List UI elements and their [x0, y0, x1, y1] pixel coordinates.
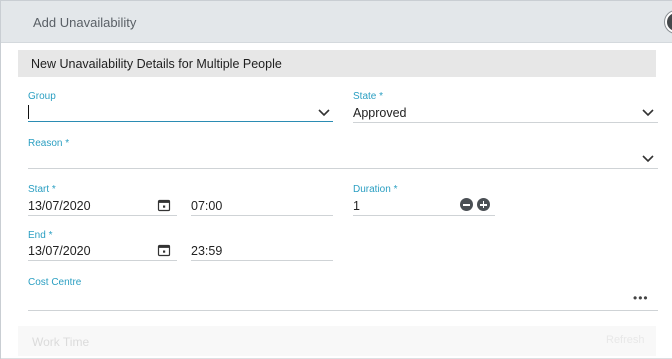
more-options-icon[interactable]: ••• [633, 291, 649, 305]
start-date-input[interactable]: 13/07/2020 [28, 199, 91, 213]
dialog-header: Add Unavailability [1, 1, 672, 43]
plus-icon[interactable] [477, 198, 490, 211]
cost-centre-input[interactable] [28, 310, 658, 311]
add-unavailability-dialog: Add Unavailability New Unavailability De… [0, 0, 672, 359]
close-button[interactable] [665, 11, 672, 33]
end-time-underline [191, 260, 333, 261]
dialog-title: Add Unavailability [33, 15, 137, 30]
calendar-icon[interactable] [157, 243, 171, 257]
section-title: New Unavailability Details for Multiple … [31, 57, 282, 71]
reason-label: Reason * [28, 138, 70, 149]
reason-select[interactable] [28, 168, 658, 169]
state-label: State * [353, 91, 384, 102]
calendar-icon[interactable] [157, 198, 171, 212]
duration-input[interactable]: 1 [353, 199, 360, 213]
state-underline [353, 122, 658, 123]
group-label: Group [28, 91, 56, 102]
minus-icon[interactable] [460, 198, 473, 211]
end-label: End * [28, 230, 53, 241]
start-time-underline [191, 215, 333, 216]
end-date-input[interactable]: 13/07/2020 [28, 244, 91, 258]
refresh-button[interactable]: Refresh [606, 334, 645, 346]
group-underline [28, 121, 333, 122]
group-input[interactable] [28, 105, 29, 119]
duration-label: Duration * [353, 184, 398, 195]
start-date-underline [28, 215, 177, 216]
chevron-down-icon[interactable] [641, 154, 655, 164]
work-time-title: Work Time [32, 335, 90, 349]
state-select[interactable]: Approved [353, 106, 407, 120]
chevron-down-icon[interactable] [317, 108, 331, 118]
duration-underline [353, 215, 495, 216]
end-date-underline [28, 260, 177, 261]
chevron-down-icon[interactable] [641, 108, 655, 118]
section-header: New Unavailability Details for Multiple … [18, 50, 656, 77]
start-label: Start * [28, 184, 56, 195]
cost-centre-label: Cost Centre [28, 277, 82, 288]
work-time-section: Work Time Refresh [18, 326, 656, 356]
end-time-input[interactable]: 23:59 [191, 244, 222, 258]
start-time-input[interactable]: 07:00 [191, 199, 222, 213]
